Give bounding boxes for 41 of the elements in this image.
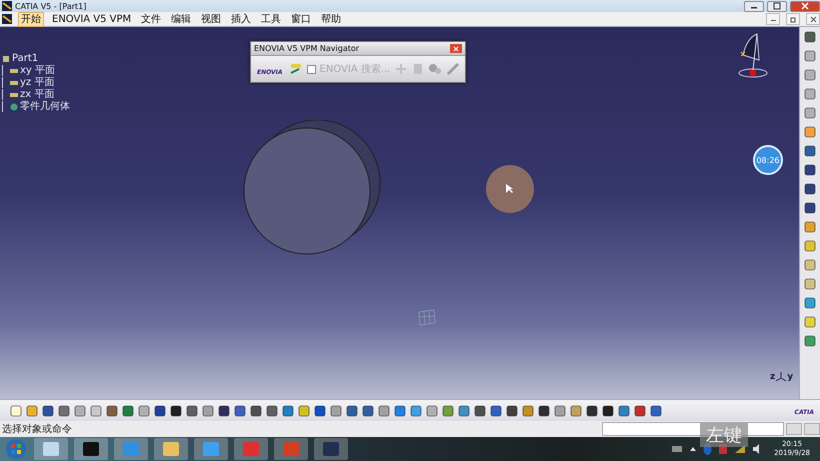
app-icon [2, 1, 12, 11]
timer-badge: 08:26 [753, 145, 783, 175]
checkbox[interactable] [306, 64, 316, 74]
minimize-button[interactable] [744, 0, 764, 12]
tree-item[interactable]: xy 平面 [20, 65, 56, 76]
cursor-icon [506, 184, 514, 194]
axis-label: y [787, 372, 794, 382]
menu-item[interactable]: 工具 [259, 12, 284, 26]
panel-title: ENOVIA V5 VPM Navigator [254, 44, 360, 53]
menu-item[interactable]: 帮助 [319, 12, 344, 26]
tree-item[interactable]: Part1 [12, 53, 38, 64]
menu-item[interactable]: 视图 [199, 12, 224, 26]
close-icon [810, 16, 816, 22]
window-title: CATIA V5 - [Part1] [15, 2, 86, 10]
app-icon [2, 14, 12, 24]
close-button[interactable] [806, 13, 820, 25]
minimize-button[interactable] [766, 13, 780, 25]
close-button[interactable] [790, 0, 820, 12]
menu-item[interactable]: 开始 [18, 12, 44, 26]
menu-item[interactable]: 文件 [139, 12, 164, 26]
link-icon[interactable] [288, 63, 303, 75]
search-label: ENOVIA 搜索... [320, 62, 390, 76]
close-button[interactable] [450, 44, 462, 53]
tree-item[interactable]: 零件几何体 [20, 101, 70, 112]
status-text: 选择对象或命令 [1, 422, 72, 436]
close-icon [801, 2, 809, 10]
restore-icon [790, 16, 796, 22]
tree-item[interactable]: yz 平面 [20, 77, 54, 88]
restore-button[interactable] [786, 13, 800, 25]
tray-arrow-icon[interactable] [689, 445, 698, 453]
menu-item[interactable]: 插入 [229, 12, 254, 26]
start-button[interactable] [4, 438, 28, 460]
menu-item[interactable]: 编辑 [169, 12, 194, 26]
close-icon [453, 46, 459, 52]
maximize-button[interactable] [767, 0, 787, 12]
maximize-icon [773, 2, 781, 10]
menu-item[interactable]: 窗口 [289, 12, 314, 26]
menu-item[interactable]: ENOVIA V5 VPM [50, 12, 134, 26]
key-overlay: 左键 [700, 423, 748, 447]
tree-item[interactable]: zx 平面 [20, 89, 54, 100]
axis-label: z [770, 372, 776, 382]
